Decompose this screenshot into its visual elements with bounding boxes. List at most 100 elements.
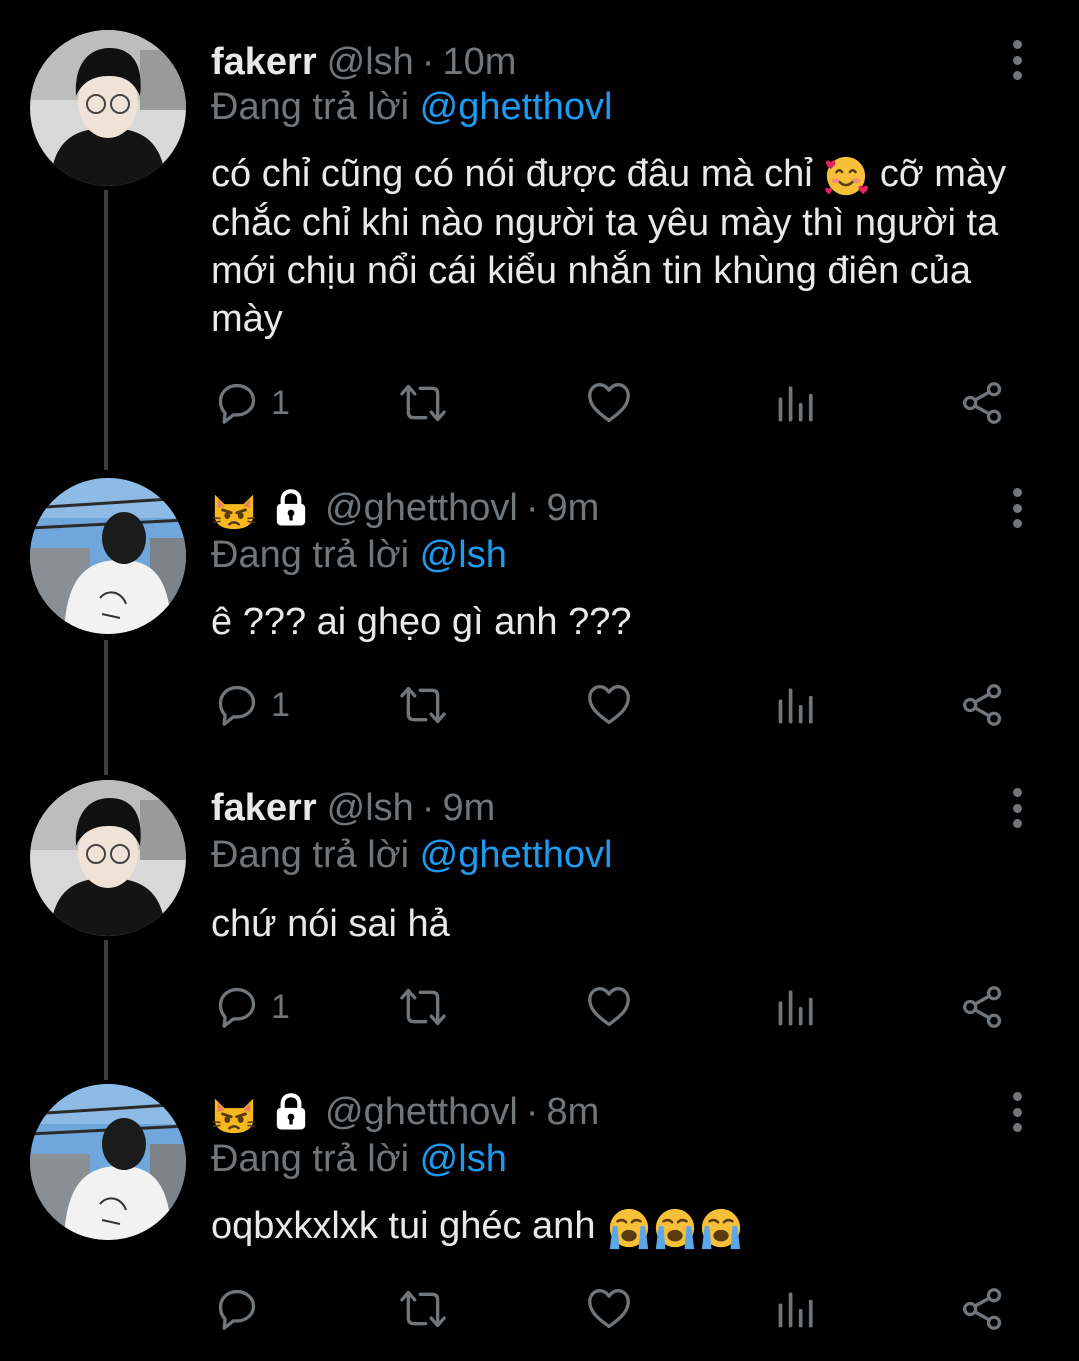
share-button[interactable] <box>961 680 1005 730</box>
tweet-header: @ghetthovl · 9m <box>211 484 599 532</box>
share-button[interactable] <box>961 1284 1005 1334</box>
views-icon <box>778 990 813 1026</box>
user-handle[interactable]: @lsh <box>327 41 414 84</box>
replying-prefix: Đang trả lời <box>211 86 410 128</box>
views-icon <box>778 688 813 724</box>
tweet-text: oqbxkxlxk tui ghéc anh <box>211 1202 1011 1251</box>
share-icon <box>963 382 1002 424</box>
like-button[interactable] <box>586 378 632 428</box>
replying-prefix: Đang trả lời <box>211 534 410 576</box>
timestamp[interactable]: 10m <box>442 41 516 84</box>
tweet-text: có chỉ cũng có nói được đâu mà chỉ cỡ mà… <box>211 150 1011 343</box>
reply-icon <box>218 685 256 726</box>
more-options-icon[interactable] <box>1007 40 1027 80</box>
user-handle[interactable]: @ghetthovl <box>325 1091 518 1134</box>
tweet-text-part: có chỉ cũng có nói được đâu mà chỉ <box>211 153 813 195</box>
more-options-icon[interactable] <box>1007 788 1027 828</box>
tweet[interactable]: fakerr @lsh · 9m Đang trả lời @ghetthovl… <box>0 780 1079 1050</box>
more-options-icon[interactable] <box>1007 488 1027 528</box>
display-name[interactable] <box>211 485 311 531</box>
tweet-text: chứ nói sai hả <box>211 903 450 945</box>
smiling-face-with-hearts-icon <box>824 155 870 197</box>
like-icon <box>588 987 630 1027</box>
reply-button[interactable]: 1 <box>215 680 290 730</box>
views-icon <box>778 386 813 422</box>
like-icon <box>588 685 630 725</box>
loudly-crying-face-icon <box>654 1207 696 1251</box>
timestamp[interactable]: 9m <box>442 787 495 830</box>
avatar[interactable] <box>30 478 186 634</box>
views-button[interactable] <box>775 982 819 1032</box>
reply-button[interactable]: 1 <box>215 982 290 1032</box>
tweet-text-part: oqbxkxlxk tui ghéc anh <box>211 1205 596 1247</box>
like-icon <box>588 383 630 423</box>
separator-dot: · <box>525 486 539 529</box>
mention-link[interactable]: @lsh <box>420 1138 507 1180</box>
avatar[interactable] <box>30 1084 186 1240</box>
reply-count: 1 <box>271 383 290 422</box>
reply-button[interactable]: 1 <box>215 378 290 428</box>
reply-icon <box>218 383 256 424</box>
loudly-crying-face-icon <box>700 1207 742 1251</box>
share-icon <box>963 684 1002 726</box>
views-button[interactable] <box>775 680 819 730</box>
retweet-icon <box>400 988 446 1026</box>
avatar[interactable] <box>30 780 186 936</box>
tweet[interactable]: fakerr @lsh · 10m Đang trả lời @ghetthov… <box>0 30 1079 450</box>
share-icon <box>963 1288 1002 1330</box>
loudly-crying-face-icon <box>608 1207 650 1251</box>
avatar[interactable] <box>30 30 186 186</box>
user-handle[interactable]: @ghetthovl <box>325 487 518 530</box>
reply-icon <box>218 1289 256 1330</box>
tweet-header: @ghetthovl · 8m <box>211 1088 599 1136</box>
display-name[interactable] <box>211 1089 311 1135</box>
separator-dot: · <box>525 1090 539 1133</box>
separator-dot: · <box>421 786 435 829</box>
reply-count: 1 <box>271 987 290 1026</box>
share-icon <box>963 986 1002 1028</box>
like-button[interactable] <box>586 1284 632 1334</box>
like-icon <box>588 1289 630 1329</box>
reply-count: 1 <box>271 685 290 724</box>
action-bar: 1 <box>211 378 1011 428</box>
display-name[interactable]: fakerr <box>211 787 317 830</box>
reply-button[interactable] <box>215 1284 271 1334</box>
replying-prefix: Đang trả lời <box>211 1138 410 1180</box>
tweet[interactable]: @ghetthovl · 8m Đang trả lời @lsh oqbxkx… <box>0 1084 1079 1354</box>
mention-link[interactable]: @ghetthovl <box>420 86 613 128</box>
share-button[interactable] <box>961 982 1005 1032</box>
timestamp[interactable]: 8m <box>546 1091 599 1134</box>
like-button[interactable] <box>586 680 632 730</box>
separator-dot: · <box>421 40 435 83</box>
mention-link[interactable]: @lsh <box>420 534 507 576</box>
display-name[interactable]: fakerr <box>211 41 317 84</box>
locked-icon <box>271 1091 311 1133</box>
tweet-header: fakerr @lsh · 9m <box>211 784 495 832</box>
retweet-button[interactable] <box>397 982 449 1032</box>
views-button[interactable] <box>775 378 819 428</box>
retweet-button[interactable] <box>397 1284 449 1334</box>
retweet-button[interactable] <box>397 680 449 730</box>
action-bar: 1 <box>211 680 1011 730</box>
pouting-cat-face-icon <box>211 493 257 531</box>
reply-icon <box>218 987 256 1028</box>
share-button[interactable] <box>961 378 1005 428</box>
replying-prefix: Đang trả lời <box>211 834 410 876</box>
tweet[interactable]: @ghetthovl · 9m Đang trả lời @lsh ê ??? … <box>0 478 1079 748</box>
retweet-icon <box>400 686 446 724</box>
retweet-icon <box>400 384 446 422</box>
views-button[interactable] <box>775 1284 819 1334</box>
tweet-text: ê ??? ai ghẹo gì anh ??? <box>211 601 632 643</box>
replying-to: Đang trả lời @ghetthovl <box>211 834 612 877</box>
user-handle[interactable]: @lsh <box>327 787 414 830</box>
retweet-button[interactable] <box>397 378 449 428</box>
replying-to: Đang trả lời @lsh <box>211 1138 507 1181</box>
timestamp[interactable]: 9m <box>546 487 599 530</box>
action-bar <box>211 1284 1011 1334</box>
retweet-icon <box>400 1290 446 1328</box>
replying-to: Đang trả lời @ghetthovl <box>211 86 612 129</box>
locked-icon <box>271 487 311 529</box>
mention-link[interactable]: @ghetthovl <box>420 834 613 876</box>
more-options-icon[interactable] <box>1007 1092 1027 1132</box>
like-button[interactable] <box>586 982 632 1032</box>
